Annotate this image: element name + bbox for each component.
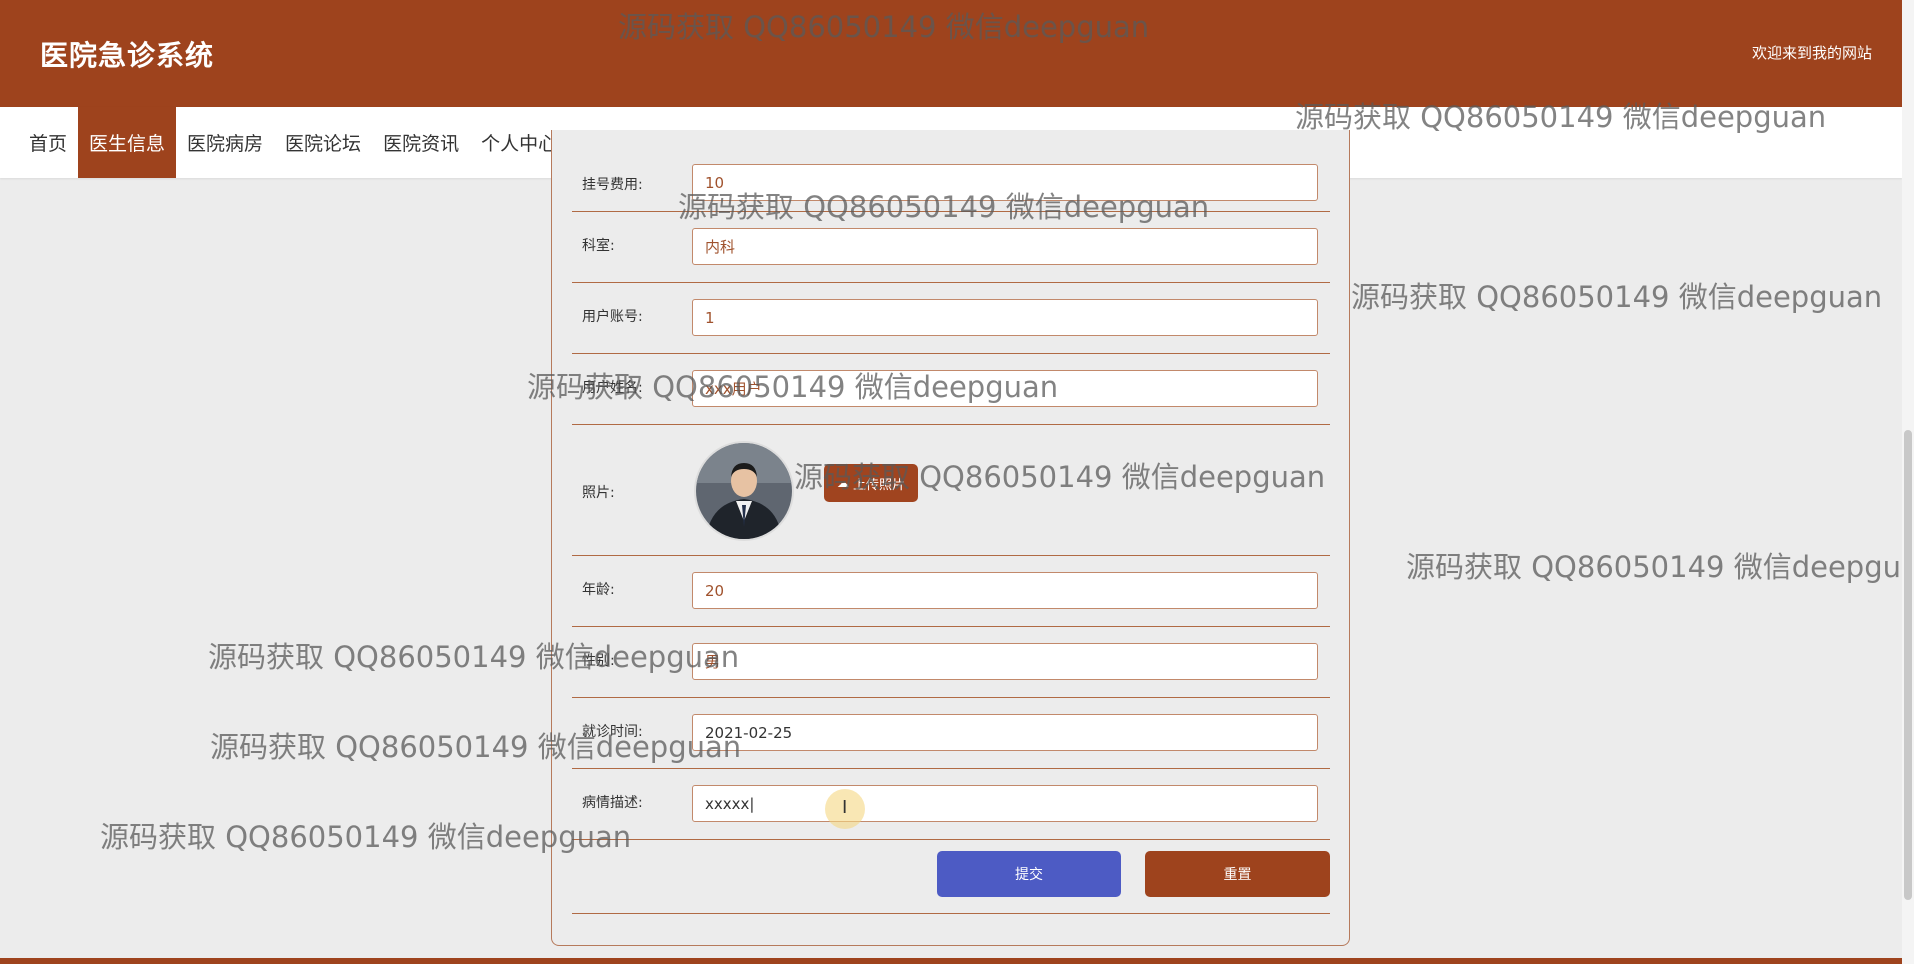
visit-time-input[interactable]: 2021-02-25 <box>692 714 1318 751</box>
form-row-user-account: 用户账号: 1 <box>572 282 1330 354</box>
doctor-avatar <box>694 441 794 541</box>
form-row-visit-time: 就诊时间: 2021-02-25 <box>572 697 1330 769</box>
gender-label: 性别: <box>582 653 615 669</box>
page-scrollbar[interactable] <box>1902 0 1914 964</box>
description-label: 病情描述: <box>582 795 643 811</box>
text-cursor-icon: I <box>842 797 848 818</box>
upload-photo-label: 上传照片 <box>852 477 905 493</box>
upload-photo-button[interactable]: ☁ 上传照片 <box>824 464 918 502</box>
nav-item-doctor-info[interactable]: 医生信息 <box>78 107 177 178</box>
form-row-photo: 照片: ☁ 上传照片 <box>572 424 1330 556</box>
age-input[interactable]: 20 <box>692 572 1318 609</box>
watermark-text: 源码获取 QQ86050149 微信deepguan <box>1406 550 1902 584</box>
footer-bar <box>0 958 1902 964</box>
form-row-age: 年龄: 20 <box>572 555 1330 627</box>
watermark-text: 源码获取 QQ86050149 微信deepguan <box>1351 280 1883 314</box>
form-row-user-name: 用户姓名: xxx用户 <box>572 353 1330 425</box>
visit-time-label: 就诊时间: <box>582 724 643 740</box>
gender-input[interactable]: 男 <box>692 643 1318 680</box>
user-account-label: 用户账号: <box>582 309 643 325</box>
user-name-label: 用户姓名: <box>582 380 643 396</box>
photo-label: 照片: <box>582 485 615 501</box>
nav-item-home[interactable]: 首页 <box>0 107 78 178</box>
form-row-actions: 提交 重置 <box>572 839 1330 914</box>
fee-label: 挂号费用: <box>582 177 643 193</box>
welcome-text: 欢迎来到我的网站 <box>1751 44 1872 62</box>
age-label: 年龄: <box>582 582 615 598</box>
reset-button[interactable]: 重置 <box>1145 851 1330 897</box>
header-bar: 医院急诊系统 欢迎来到我的网站 <box>0 0 1902 107</box>
user-account-input[interactable]: 1 <box>692 299 1318 336</box>
submit-button[interactable]: 提交 <box>937 851 1121 897</box>
form-row-fee: 挂号费用: 10 <box>572 130 1330 212</box>
fee-input[interactable]: 10 <box>692 164 1318 201</box>
description-input[interactable]: xxxxx| <box>692 785 1318 822</box>
nav-item-forum[interactable]: 医院论坛 <box>274 107 372 178</box>
form-row-gender: 性别: 男 <box>572 626 1330 698</box>
cloud-upload-icon: ☁ <box>836 476 849 490</box>
nav-item-wards[interactable]: 医院病房 <box>176 107 274 178</box>
user-name-input[interactable]: xxx用户 <box>692 370 1318 407</box>
form-row-department: 科室: 内科 <box>572 211 1330 283</box>
site-title: 医院急诊系统 <box>40 39 215 72</box>
department-label: 科室: <box>582 238 615 254</box>
form-row-description: 病情描述: xxxxx| <box>572 768 1330 840</box>
doctor-form-panel: 挂号费用: 10 科室: 内科 用户账号: 1 用户姓名: xxx用户 照片: … <box>551 130 1350 946</box>
nav-item-news[interactable]: 医院资讯 <box>372 107 470 178</box>
department-input[interactable]: 内科 <box>692 228 1318 265</box>
scrollbar-thumb[interactable] <box>1904 430 1912 900</box>
